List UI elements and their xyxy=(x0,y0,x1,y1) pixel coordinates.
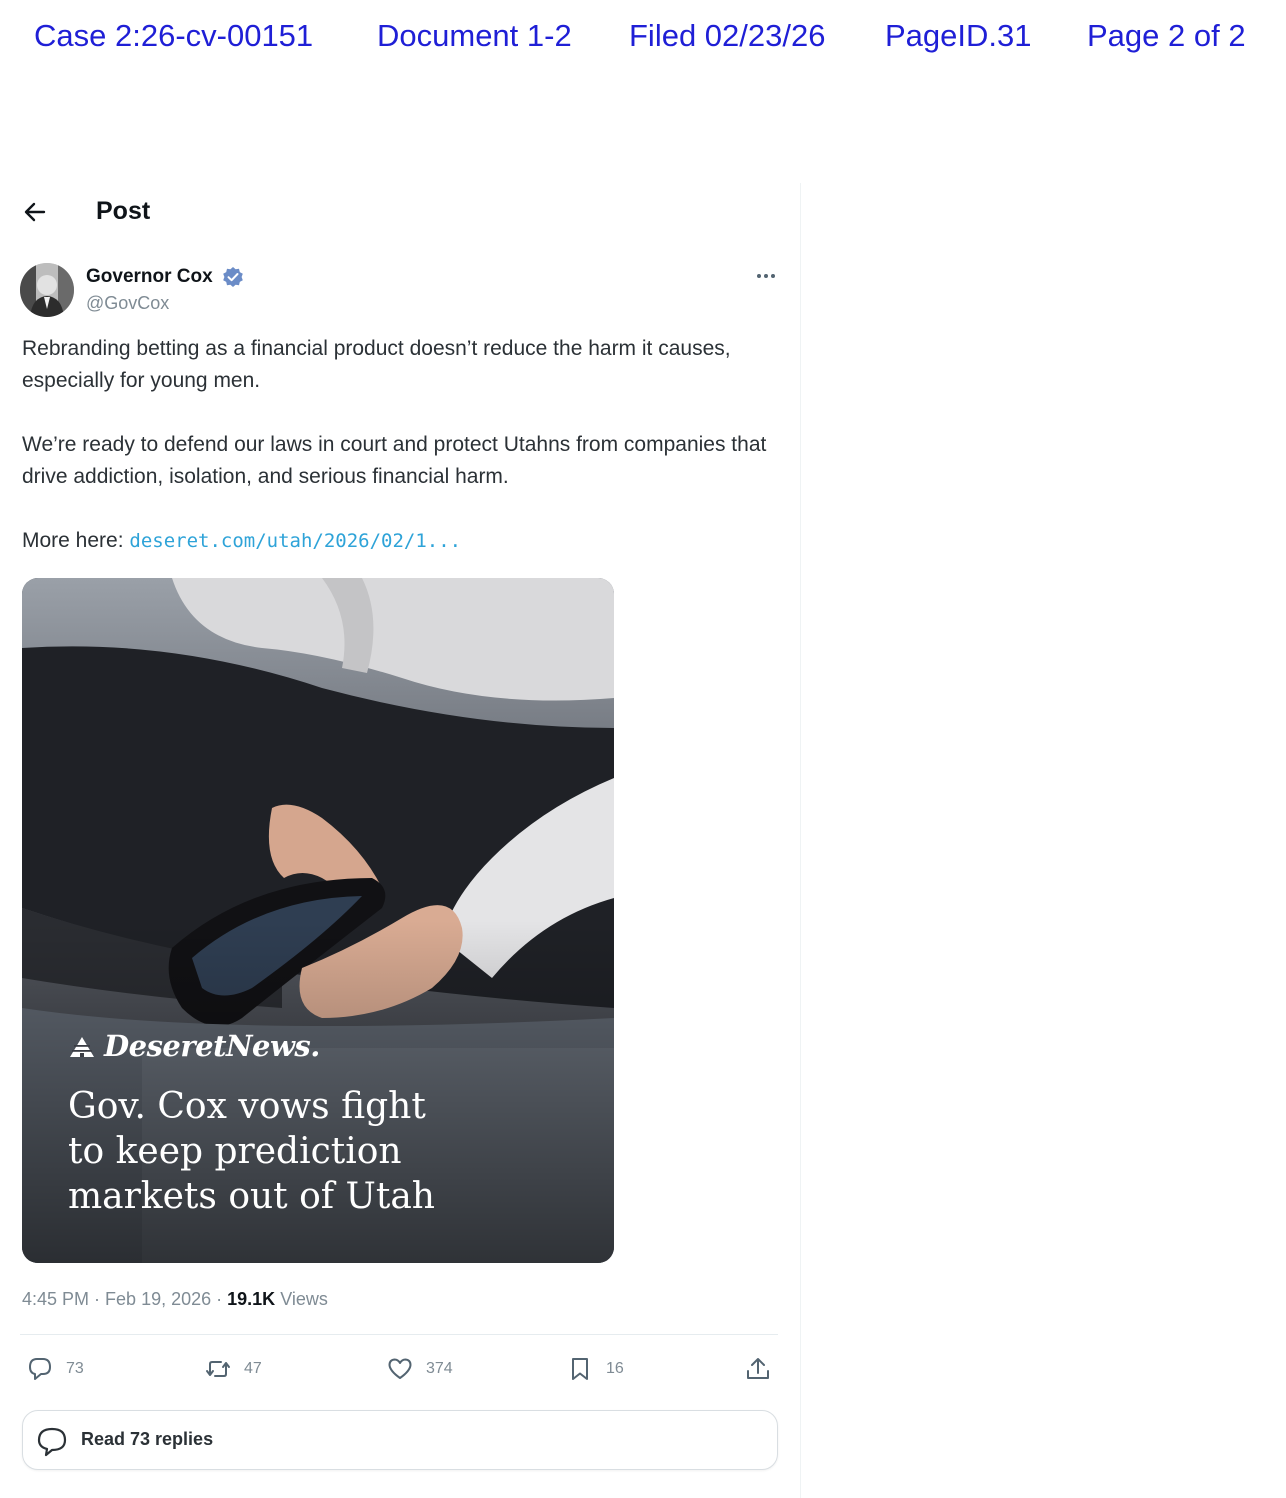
headline-line: to keep prediction xyxy=(68,1131,402,1172)
post-topbar: Post xyxy=(0,195,800,227)
reply-icon xyxy=(29,1358,51,1380)
author-handle[interactable]: @GovCox xyxy=(86,292,169,314)
post-time[interactable]: 4:45 PM xyxy=(22,1289,89,1309)
page-number: Page 2 of 2 xyxy=(1087,18,1246,53)
post-paragraph-2: We’re ready to defend our laws in court … xyxy=(22,433,767,488)
beehive-icon xyxy=(70,1037,94,1057)
more-here-label: More here: xyxy=(22,529,130,552)
meta-separator: · xyxy=(211,1289,228,1309)
article-overlay: DeseretNews. Gov. Cox vows fight to keep… xyxy=(68,1028,588,1219)
views-label: Views xyxy=(275,1289,328,1309)
post-paragraph-1: Rebranding betting as a financial produc… xyxy=(22,337,731,392)
article-headline: Gov. Cox vows fight to keep prediction m… xyxy=(68,1084,588,1219)
post-more-line: More here: deseret.com/utah/2026/02/1... xyxy=(22,525,782,557)
verified-badge-icon xyxy=(223,267,243,287)
read-replies-button[interactable]: Read 73 replies xyxy=(22,1410,778,1470)
post-meta: 4:45 PM · Feb 19, 2026 · 19.1K Views xyxy=(22,1287,328,1311)
page-id: PageID.31 xyxy=(885,18,1032,53)
bookmark-button[interactable]: 16 xyxy=(566,1351,636,1387)
bookmark-icon xyxy=(572,1358,588,1380)
filed-date: Filed 02/23/26 xyxy=(629,18,826,53)
like-icon xyxy=(388,1358,412,1379)
avatar[interactable] xyxy=(20,263,74,317)
page-title: Post xyxy=(96,197,151,225)
share-button[interactable] xyxy=(744,1351,774,1387)
repost-count: 47 xyxy=(244,1360,262,1377)
ellipsis-icon[interactable] xyxy=(752,265,780,287)
repost-button[interactable]: 47 xyxy=(204,1351,274,1387)
share-icon xyxy=(747,1358,769,1379)
reply-button[interactable]: 73 xyxy=(26,1351,96,1387)
brand-row: DeseretNews. xyxy=(68,1028,588,1068)
chat-bubble-icon xyxy=(37,1427,67,1457)
avatar-photo xyxy=(20,263,74,317)
read-replies-label: Read 73 replies xyxy=(81,1429,214,1449)
document-number: Document 1-2 xyxy=(377,18,572,53)
post-body: Rebranding betting as a financial produc… xyxy=(22,333,782,557)
article-card[interactable]: DeseretNews. Gov. Cox vows fight to keep… xyxy=(22,578,614,1263)
bookmark-count: 16 xyxy=(606,1360,624,1377)
action-bar: 73 47 374 16 xyxy=(20,1351,780,1387)
headline-line: Gov. Cox vows fight xyxy=(68,1086,426,1127)
case-number: Case 2:26-cv-00151 xyxy=(34,18,314,53)
reply-count: 73 xyxy=(66,1360,84,1377)
filing-header: Case 2:26-cv-00151 Document 1-2 Filed 02… xyxy=(0,18,1286,58)
meta-separator: · xyxy=(89,1289,106,1309)
news-brand-name: DeseretNews. xyxy=(104,1029,320,1063)
headline-line: markets out of Utah xyxy=(68,1176,435,1217)
author-row: Governor Cox @GovCox xyxy=(20,263,780,319)
like-count: 374 xyxy=(426,1360,453,1377)
repost-icon xyxy=(206,1361,230,1377)
article-link[interactable]: deseret.com/utah/2026/02/1... xyxy=(129,530,461,552)
author-name[interactable]: Governor Cox xyxy=(86,265,213,289)
post-date[interactable]: Feb 19, 2026 xyxy=(105,1289,211,1309)
like-button[interactable]: 374 xyxy=(386,1351,466,1387)
divider xyxy=(20,1334,778,1335)
views-count: 19.1K xyxy=(227,1289,276,1309)
arrow-left-icon[interactable] xyxy=(22,199,48,225)
post-panel: Post Governor Cox @GovCox Rebranding bet… xyxy=(0,183,801,1498)
